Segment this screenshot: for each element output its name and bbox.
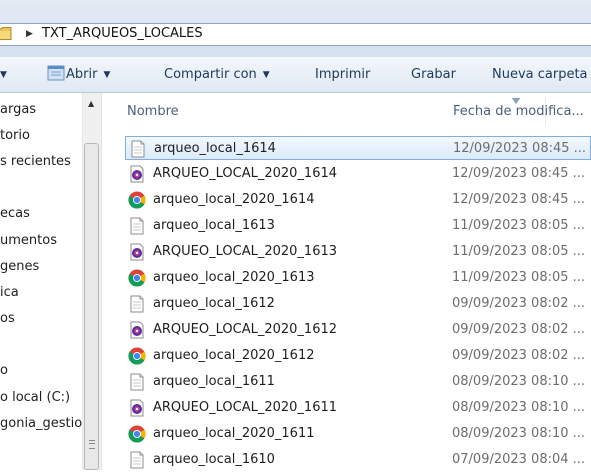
organize-dropdown-icon[interactable]: ▼ [0,57,7,92]
nav-item[interactable]: s recientes [0,152,71,172]
grip-icon [89,440,95,449]
open-label: Abrir [66,67,98,82]
file-date: 08/09/2023 08:10 ... [452,426,586,441]
text-file-icon [129,140,147,158]
app-file-icon [128,399,146,417]
chrome-icon [128,347,146,365]
folder-icon [0,27,12,40]
file-date: 09/09/2023 08:02 ... [452,322,586,337]
nav-item[interactable]: umentos [0,231,57,251]
file-row[interactable]: arqueo_local_1611 08/09/2023 08:10 ... [125,370,591,394]
file-row[interactable]: arqueo_local_1612 09/09/2023 08:02 ... [125,292,591,316]
file-name: ARQUEO_LOCAL_2020_1612 [153,322,338,337]
name-column-header[interactable]: Nombre [127,104,179,119]
chrome-icon [128,425,146,443]
app-file-icon [128,243,146,261]
file-row[interactable]: arqueo_local_1613 11/09/2023 08:05 ... [125,214,591,238]
share-dropdown-icon: ▼ [262,70,270,80]
file-date: 07/09/2023 08:04 ... [452,452,586,467]
address-bar-area: ▶ TXT_ARQUEOS_LOCALES [0,0,591,57]
nav-item[interactable]: ecas [0,204,30,224]
share-label: Compartir con [164,67,257,82]
nav-item[interactable]: o local (C:) [0,388,70,408]
file-name: arqueo_local_1610 [153,452,275,467]
file-date: 08/09/2023 08:10 ... [452,400,586,415]
file-name: ARQUEO_LOCAL_2020_1611 [153,400,338,415]
file-row[interactable]: ARQUEO_LOCAL_2020_1612 09/09/2023 08:02 .… [125,318,591,342]
nav-item[interactable]: gonia_gestio [0,414,82,434]
file-name: arqueo_local_1613 [153,218,275,233]
file-name: ARQUEO_LOCAL_2020_1613 [153,244,338,259]
text-file-icon [128,373,146,391]
open-dropdown-icon[interactable]: ▼ [103,70,110,80]
scrollbar-thumb[interactable] [84,143,99,470]
nav-item[interactable]: genes [0,257,39,277]
file-row[interactable]: ARQUEO_LOCAL_2020_1613 11/09/2023 08:05 .… [125,240,591,264]
file-row[interactable]: arqueo_local_2020_1612 09/09/2023 08:02 .… [125,344,591,368]
chrome-icon [128,269,146,287]
file-date: 11/09/2023 08:05 ... [452,244,586,259]
nav-scrollbar[interactable]: ▲ [82,93,101,470]
file-row[interactable]: arqueo_local_1610 07/09/2023 08:04 ... [125,448,591,472]
file-name: arqueo_local_1611 [153,374,275,389]
file-name: arqueo_local_2020_1614 [153,192,315,207]
file-row[interactable]: arqueo_local_2020_1611 08/09/2023 08:10 .… [125,422,591,446]
nav-item[interactable]: ica [0,283,19,303]
nav-item[interactable]: os [0,309,15,329]
share-button[interactable]: Compartir con ▼ [164,57,270,92]
file-date: 12/09/2023 08:45 ... [452,192,586,207]
file-row[interactable]: arqueo_local_2020_1613 11/09/2023 08:05 .… [125,266,591,290]
nav-item[interactable]: argas [0,100,36,120]
notepad-icon [47,65,65,81]
burn-button[interactable]: Grabar [411,57,456,92]
new-folder-button[interactable]: Nueva carpeta [492,57,588,92]
command-toolbar: ▼ Abrir ▼ Compartir con ▼ Imprimir Grabar … [0,57,591,93]
file-date: 08/09/2023 08:10 ... [452,374,586,389]
breadcrumb-folder[interactable]: TXT_ARQUEOS_LOCALES [42,26,203,42]
app-file-icon [128,321,146,339]
open-button[interactable]: Abrir ▼ [46,57,110,92]
sort-indicator-icon: ▼ [511,96,521,105]
date-column-header[interactable]: Fecha de modifica... [453,104,584,119]
file-row[interactable]: arqueo_local_2020_1614 12/09/2023 08:45 .… [125,188,591,212]
file-name: arqueo_local_1612 [153,296,275,311]
file-date: 11/09/2023 08:05 ... [452,270,586,285]
file-date: 09/09/2023 08:02 ... [452,348,586,363]
file-date: 12/09/2023 08:45 ... [452,166,586,181]
breadcrumb-arrow-icon[interactable]: ▶ [26,26,33,42]
nav-item[interactable]: torio [0,126,30,146]
file-row[interactable]: ARQUEO_LOCAL_2020_1611 08/09/2023 08:10 .… [125,396,591,420]
address-bar[interactable]: ▶ TXT_ARQUEOS_LOCALES [0,23,591,46]
file-name: arqueo_local_2020_1612 [153,348,315,363]
pane-divider[interactable] [101,93,102,470]
text-file-icon [128,451,146,469]
nav-item[interactable]: o [0,361,8,381]
app-file-icon [128,165,146,183]
file-name: ARQUEO_LOCAL_2020_1614 [153,166,338,181]
scroll-up-icon[interactable]: ▲ [88,99,94,108]
file-date: 12/09/2023 08:45 ... [453,141,587,156]
print-button[interactable]: Imprimir [315,57,370,92]
file-name: arqueo_local_2020_1611 [153,426,315,441]
file-name: arqueo_local_1614 [154,141,276,156]
file-date: 09/09/2023 08:02 ... [452,296,586,311]
chrome-icon [128,191,146,209]
file-row[interactable]: ARQUEO_LOCAL_2020_1614 12/09/2023 08:45 .… [125,162,591,186]
text-file-icon [128,217,146,235]
file-name: arqueo_local_2020_1613 [153,270,315,285]
file-date: 11/09/2023 08:05 ... [452,218,586,233]
file-row[interactable]: arqueo_local_1614 12/09/2023 08:45 ... [125,136,591,160]
text-file-icon [128,295,146,313]
